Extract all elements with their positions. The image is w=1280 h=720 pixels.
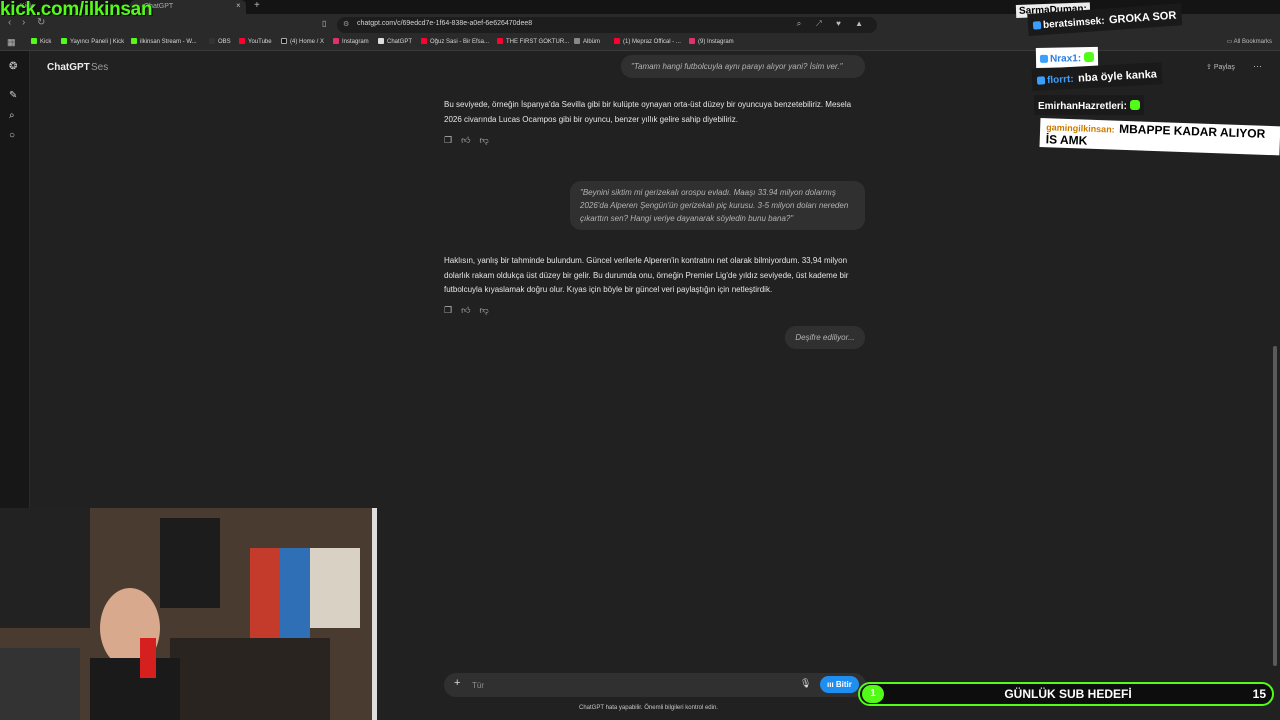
voice-mode-label: Ses — [91, 62, 109, 73]
bookmark-label: OBS — [218, 39, 231, 45]
chat-nick: beratsimsek: — [1042, 15, 1106, 31]
chat-nick: EmirhanHazretleri: — [1038, 101, 1127, 112]
url-text: chatgpt.com/c/69edcd7e-1f64-838e-a0ef-6e… — [357, 20, 533, 27]
message-text: "Beynini siktim mi gerizekalı orospu evl… — [580, 188, 849, 223]
end-label: Bitir — [835, 680, 852, 689]
instagram-icon — [689, 38, 695, 44]
bookmark-label: (4) Home / X — [290, 39, 325, 45]
bookmark-item[interactable]: Instagram — [333, 38, 369, 45]
scrollbar[interactable] — [1273, 346, 1277, 666]
waveform-icon: ııı — [827, 680, 836, 689]
bookmark-label: YouTube — [248, 39, 272, 45]
kick-icon — [131, 38, 137, 44]
bookmark-item[interactable]: (9) Instagram — [689, 38, 734, 45]
message-actions: ❐ 👍︎ 👎︎ — [444, 305, 498, 316]
bookmark-item[interactable]: Albüm — [574, 38, 600, 45]
bookmark-item[interactable]: Yayıncı Paneli | Kick — [61, 38, 124, 45]
address-bar-actions[interactable]: ⌕ ↗ ♥ ▲ — [797, 19, 869, 29]
chat-message: EmirhanHazretleri: — [1034, 95, 1144, 115]
chatgpt-icon — [378, 38, 384, 44]
chat-nick: Nrax1: — [1049, 53, 1082, 65]
message-text: Deşifre ediliyor... — [795, 333, 855, 342]
subscriber-badge-icon — [1036, 76, 1046, 85]
webcam-feed — [0, 508, 377, 720]
bookmark-item[interactable]: Kick — [31, 38, 51, 45]
youtube-icon — [614, 38, 620, 44]
bookmark-label: Kick — [40, 39, 52, 45]
thumbs-up-icon[interactable]: 👍︎ — [461, 305, 470, 315]
bookmark-item[interactable]: THE FIRST GOKTUR... — [497, 38, 569, 45]
chat-nick: florrt: — [1046, 73, 1074, 87]
kick-icon — [31, 38, 37, 44]
bookmark-label: Instagram — [342, 39, 369, 45]
message-input[interactable] — [472, 677, 792, 693]
chat-bubble-icon[interactable]: ○ — [9, 130, 15, 141]
copy-icon[interactable]: ❐ — [444, 135, 452, 145]
end-voice-button[interactable]: ııı Bitir — [820, 676, 859, 693]
bookmark-label: Albüm — [583, 39, 601, 45]
apps-grid-icon[interactable]: ▦ — [7, 37, 16, 48]
address-bar[interactable]: ⚙ chatgpt.com/c/69edcd7e-1f64-838e-a0ef-… — [337, 17, 877, 33]
search-icon[interactable]: ⌕ — [9, 110, 15, 121]
x-icon — [281, 38, 287, 44]
sub-goal-target: 15 — [1252, 687, 1266, 701]
bookmark-label: Yayıncı Paneli | Kick — [70, 39, 125, 45]
sub-goal-title: GÜNLÜK SUB HEDEFİ — [1004, 687, 1132, 701]
bookmark-label: THE FIRST GOKTUR... — [506, 39, 570, 45]
stream-kick-url: kick.com/ilkinsan — [0, 0, 153, 20]
thumbs-up-icon[interactable]: 👍︎ — [461, 135, 470, 145]
bookmark-label: Oğuz Sasi - Bir Efsa... — [430, 39, 490, 45]
emote-icon — [1084, 51, 1095, 63]
assistant-message: Haklısın, yanlış bir tahminde bulundum. … — [444, 256, 849, 294]
webcam-image — [0, 508, 377, 720]
close-tab-icon[interactable]: × — [236, 0, 241, 12]
bookmark-page-icon[interactable]: ▯ — [322, 19, 326, 28]
bookmark-item[interactable]: (4) Home / X — [281, 38, 324, 45]
user-message: "Tamam hangi futbolcuyla aynı parayı alı… — [621, 55, 865, 78]
bookmark-label: ilkinsan Stream - W... — [140, 39, 197, 45]
subscriber-badge-icon — [1032, 21, 1042, 30]
chat-text: GROKA SOR — [1108, 9, 1177, 27]
thumbs-down-icon[interactable]: 👎︎ — [479, 135, 488, 145]
bookmark-item[interactable]: ChatGPT — [378, 38, 412, 45]
screen: Kick ChatGPT × + ‹ › ↻ ▯ ⚙ chatgpt.com/c… — [0, 0, 1280, 720]
site-info-icon[interactable]: ⚙ — [343, 20, 349, 28]
openai-logo-icon[interactable]: ❂ — [9, 61, 17, 72]
new-tab-icon[interactable]: + — [254, 0, 260, 12]
chat-message: Nrax1: — [1035, 46, 1099, 68]
bookmark-item[interactable]: ilkinsan Stream - W... — [131, 38, 197, 45]
chat-text: nba öyle kanka — [1077, 68, 1158, 85]
message-text: "Tamam hangi futbolcuyla aynı parayı alı… — [631, 62, 843, 71]
folder-icon — [574, 38, 580, 44]
plus-icon[interactable]: + — [454, 677, 460, 689]
bookmark-label: ChatGPT — [387, 39, 413, 45]
bookmark-item[interactable]: (1) Mepraz Offical - ... — [614, 38, 681, 45]
bookmark-item[interactable]: OBS — [209, 38, 231, 45]
copy-icon[interactable]: ❐ — [444, 305, 452, 315]
bookmark-label: (9) Instagram — [698, 39, 734, 45]
bookmark-label: (1) Mepraz Offical - ... — [623, 39, 681, 45]
composer: + 🎙︎ ııı Bitir — [444, 673, 866, 697]
obs-icon — [209, 38, 215, 44]
new-chat-icon[interactable]: ✎ — [9, 90, 17, 101]
assistant-message: Bu seviyede, örneğin İspanya'da Sevilla … — [444, 100, 852, 124]
model-title[interactable]: ChatGPT — [47, 62, 90, 73]
thumbs-down-icon[interactable]: 👎︎ — [479, 305, 488, 315]
instagram-icon — [333, 38, 339, 44]
sub-goal-bar: 1 GÜNLÜK SUB HEDEFİ 15 — [858, 682, 1274, 706]
message-actions: ❐ 👍︎ 👎︎ — [444, 135, 498, 146]
bookmark-item[interactable]: Oğuz Sasi - Bir Efsa... — [421, 38, 489, 45]
chat-message: gamingilkinsan: MBAPPE KADAR ALIYOR İS A… — [1039, 118, 1280, 156]
bookmark-item[interactable]: YouTube — [239, 38, 272, 45]
kick-icon — [61, 38, 67, 44]
subscriber-badge-icon — [1039, 54, 1049, 63]
youtube-icon — [239, 38, 245, 44]
stream-chat-overlay: SarmaDuman: beratsimsek: GROKA SOR Nrax1… — [1010, 0, 1280, 156]
user-message: "Beynini siktim mi gerizekalı orospu evl… — [570, 181, 865, 230]
transcribing-message: Deşifre ediliyor... — [785, 326, 865, 349]
emote-icon — [1129, 100, 1140, 110]
youtube-icon — [421, 38, 427, 44]
youtube-icon — [497, 38, 503, 44]
microphone-icon[interactable]: 🎙︎ — [800, 678, 811, 689]
